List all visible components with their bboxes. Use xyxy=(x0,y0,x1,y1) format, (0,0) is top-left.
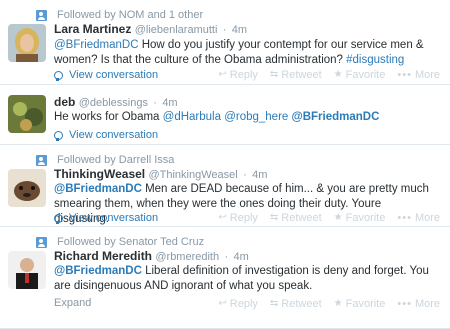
reply-label: Reply xyxy=(229,69,258,81)
tweet[interactable]: Followed by Senator Ted Cruz Richard Mer… xyxy=(0,227,450,329)
author-name[interactable]: Lara Martinez xyxy=(54,22,131,36)
tweet-header: Lara Martinez @liebenlaramutti · 4m xyxy=(54,21,247,37)
tweet[interactable]: deb @deblessings · 4m He works for Obama… xyxy=(0,85,450,145)
favorite-label: Favorite xyxy=(345,298,386,310)
user-followed-icon xyxy=(36,9,47,21)
retweet-icon: ⇆ xyxy=(269,298,279,309)
tweet-body: He works for Obama xyxy=(54,111,163,123)
context-text: Followed by Senator Ted Cruz xyxy=(57,236,205,248)
favorite-button[interactable]: ★ Favorite xyxy=(334,211,386,225)
retweet-label: Retweet xyxy=(281,69,322,81)
retweet-label: Retweet xyxy=(281,298,322,310)
author-handle[interactable]: @ThinkingWeasel xyxy=(148,169,237,181)
separator: · xyxy=(243,169,247,181)
reply-label: Reply xyxy=(229,298,258,310)
tweet-context: Followed by NOM and 1 other xyxy=(36,8,203,22)
more-button[interactable]: ••• More xyxy=(397,211,440,225)
mention-link[interactable]: @dHarbula xyxy=(163,111,221,123)
avatar[interactable] xyxy=(8,251,46,289)
tweet-actions: ↩ Reply ⇆ Retweet ★ Favorite ••• More xyxy=(206,68,440,82)
separator: · xyxy=(224,251,229,263)
separator: · xyxy=(153,97,157,109)
mention-link[interactable]: @BFriedmanDC xyxy=(54,183,142,195)
retweet-button[interactable]: ⇆ Retweet xyxy=(270,211,322,225)
author-name[interactable]: ThinkingWeasel xyxy=(54,167,145,181)
conversation-icon xyxy=(54,213,63,224)
tweet-context: Followed by Darrell Issa xyxy=(36,153,174,167)
tweet-text: He works for Obama @dHarbula @robg_here … xyxy=(54,110,429,125)
author-name[interactable]: deb xyxy=(54,95,75,109)
tweet-actions: ↩ Reply ⇆ Retweet ★ Favorite ••• More xyxy=(206,297,440,311)
conversation-icon xyxy=(54,130,63,141)
view-conversation-link[interactable]: View conversation xyxy=(54,68,158,82)
favorite-button[interactable]: ★ Favorite xyxy=(334,68,386,82)
mention-link[interactable]: @BFriedmanDC xyxy=(54,265,142,277)
retweet-label: Retweet xyxy=(281,212,322,224)
author-name[interactable]: Richard Meredith xyxy=(54,249,152,263)
more-button[interactable]: ••• More xyxy=(397,68,440,82)
tweet-header: ThinkingWeasel @ThinkingWeasel · 4m xyxy=(54,166,267,182)
favorite-button[interactable]: ★ Favorite xyxy=(334,297,386,311)
separator: · xyxy=(222,24,227,36)
reply-button[interactable]: ↩ Reply xyxy=(218,297,258,311)
favorite-label: Favorite xyxy=(345,212,386,224)
context-text: Followed by Darrell Issa xyxy=(57,154,175,166)
context-text: Followed by NOM and 1 other xyxy=(57,9,204,21)
tweet-text: @BFriedmanDC Liberal definition of inves… xyxy=(54,264,429,294)
favorite-icon: ★ xyxy=(333,298,343,309)
user-followed-icon xyxy=(36,236,47,248)
avatar[interactable] xyxy=(8,24,46,62)
more-icon: ••• xyxy=(397,69,412,81)
favorite-icon: ★ xyxy=(333,212,343,223)
more-button[interactable]: ••• More xyxy=(397,297,440,311)
timestamp[interactable]: 4m xyxy=(252,169,267,181)
favorite-label: Favorite xyxy=(345,69,386,81)
hashtag-link[interactable]: #disgusting xyxy=(346,54,404,66)
more-label: More xyxy=(414,212,440,224)
retweet-button[interactable]: ⇆ Retweet xyxy=(270,297,322,311)
conversation-icon xyxy=(54,70,63,81)
more-label: More xyxy=(414,298,440,310)
reply-icon: ↩ xyxy=(218,69,227,80)
tweet-header: Richard Meredith @rbmeredith · 4m xyxy=(54,248,249,264)
avatar[interactable] xyxy=(8,95,46,133)
view-conversation-label: View conversation xyxy=(69,212,159,224)
mention-link[interactable]: @BFriedmanDC xyxy=(292,111,380,123)
timestamp[interactable]: 4m xyxy=(232,24,247,36)
more-icon: ••• xyxy=(397,298,412,310)
favorite-icon: ★ xyxy=(333,69,343,80)
author-handle[interactable]: @liebenlaramutti xyxy=(135,24,218,36)
reply-icon: ↩ xyxy=(218,298,227,309)
avatar[interactable] xyxy=(8,169,46,207)
mention-link[interactable]: @BFriedmanDC xyxy=(54,39,139,51)
tweet-text: @BFriedmanDC How do you justify your con… xyxy=(54,38,429,68)
retweet-icon: ⇆ xyxy=(269,212,279,223)
reply-button[interactable]: ↩ Reply xyxy=(218,68,258,82)
reply-icon: ↩ xyxy=(218,212,227,223)
more-label: More xyxy=(414,69,440,81)
tweet-header: deb @deblessings · 4m xyxy=(54,94,178,110)
timestamp[interactable]: 4m xyxy=(162,97,177,109)
tweet[interactable]: Followed by NOM and 1 other Lara Martine… xyxy=(0,0,450,85)
timestamp[interactable]: 4m xyxy=(233,251,248,263)
view-conversation-link[interactable]: View conversation xyxy=(54,211,158,225)
user-followed-icon xyxy=(36,154,47,166)
author-handle[interactable]: @rbmeredith xyxy=(155,251,219,263)
tweet-actions: ↩ Reply ⇆ Retweet ★ Favorite ••• More xyxy=(206,211,440,225)
view-conversation-link[interactable]: View conversation xyxy=(54,128,158,142)
author-handle[interactable]: @deblessings xyxy=(79,97,148,109)
expand-link[interactable]: Expand xyxy=(54,297,91,309)
retweet-button[interactable]: ⇆ Retweet xyxy=(270,68,322,82)
tweet-context: Followed by Senator Ted Cruz xyxy=(36,235,204,249)
timeline: Followed by NOM and 1 other Lara Martine… xyxy=(0,0,450,329)
more-icon: ••• xyxy=(397,212,412,224)
view-conversation-label: View conversation xyxy=(69,69,159,81)
mention-link[interactable]: @robg_here xyxy=(224,111,288,123)
reply-button[interactable]: ↩ Reply xyxy=(218,211,258,225)
tweet[interactable]: Followed by Darrell Issa ThinkingWeasel … xyxy=(0,145,450,227)
retweet-icon: ⇆ xyxy=(269,69,279,80)
view-conversation-label: View conversation xyxy=(69,129,159,141)
reply-label: Reply xyxy=(229,212,258,224)
